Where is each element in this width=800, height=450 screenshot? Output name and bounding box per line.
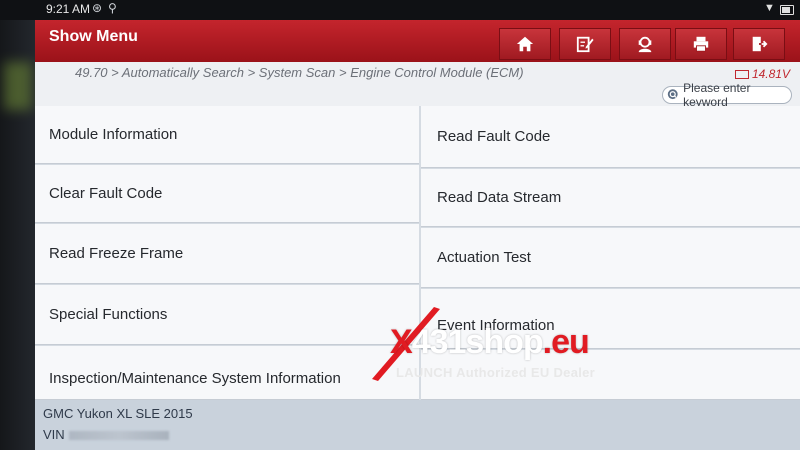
menu-item-label: Special Functions: [49, 306, 168, 323]
menu-item-read-fault-code[interactable]: Read Fault Code: [421, 106, 800, 168]
support-button[interactable]: [619, 28, 671, 60]
menu-item-label: Read Fault Code: [437, 128, 551, 145]
page-title: Show Menu: [49, 28, 138, 45]
breadcrumb-path: 49.70 > Automatically Search > System Sc…: [75, 65, 524, 80]
user-support-icon: [638, 36, 652, 53]
edit-report-icon: [576, 36, 594, 53]
search-input[interactable]: Please enter keyword: [662, 81, 792, 109]
notification-icon: ⊛: [92, 1, 103, 15]
menu-item-read-freeze-frame[interactable]: Read Freeze Frame: [35, 224, 419, 284]
menu-item-empty: [421, 350, 800, 400]
vehicle-model: GMC Yukon XL SLE 2015: [43, 406, 193, 421]
menu-item-label: Inspection/Maintenance System Informatio…: [49, 370, 341, 387]
menu-item-clear-fault-code[interactable]: Clear Fault Code: [35, 165, 419, 223]
vin-label: VIN: [43, 427, 65, 442]
function-menu: Module Information Clear Fault Code Read…: [35, 106, 800, 400]
status-time: 9:21 AM: [46, 2, 91, 16]
car-battery-icon: [734, 69, 749, 79]
voltage-value: 14.81V: [751, 67, 790, 81]
menu-item-label: Module Information: [49, 126, 178, 143]
menu-item-actuation-test[interactable]: Actuation Test: [421, 228, 800, 288]
menu-item-label: Actuation Test: [437, 249, 531, 266]
usb-icon: ⚲: [108, 1, 117, 15]
search-placeholder: Please enter keyword: [683, 81, 751, 109]
menu-item-label: Event Information: [437, 317, 555, 334]
home-icon: [516, 36, 534, 52]
device-bezel: [0, 20, 35, 450]
battery-icon: [780, 5, 794, 15]
print-button[interactable]: [675, 28, 727, 60]
exit-icon: [752, 36, 768, 52]
menu-item-label: Clear Fault Code: [49, 185, 163, 202]
menu-item-read-data-stream[interactable]: Read Data Stream: [421, 169, 800, 227]
menu-item-special-functions[interactable]: Special Functions: [35, 285, 419, 345]
home-button[interactable]: [499, 28, 551, 60]
report-button[interactable]: [559, 28, 611, 60]
search-icon: [667, 89, 678, 100]
menu-item-event-information[interactable]: Event Information: [421, 289, 800, 349]
battery-voltage: 14.81V: [734, 67, 790, 81]
menu-item-label: Read Freeze Frame: [49, 245, 184, 262]
menu-item-inspection-maintenance[interactable]: Inspection/Maintenance System Informatio…: [35, 346, 419, 400]
exit-button[interactable]: [733, 28, 785, 60]
vehicle-vin: VIN: [43, 427, 169, 442]
menu-item-module-information[interactable]: Module Information: [35, 106, 419, 164]
app-header: Show Menu: [35, 20, 800, 62]
status-bar: 9:21 AM ⊛ ⚲ ▼: [0, 0, 800, 20]
vin-redacted: [68, 431, 169, 441]
menu-item-label: Read Data Stream: [437, 189, 562, 206]
vehicle-info-footer: GMC Yukon XL SLE 2015 VIN: [35, 400, 800, 450]
search-row: Please enter keyword: [35, 81, 800, 109]
print-icon: [693, 36, 709, 52]
wifi-icon: ▼: [764, 2, 775, 14]
